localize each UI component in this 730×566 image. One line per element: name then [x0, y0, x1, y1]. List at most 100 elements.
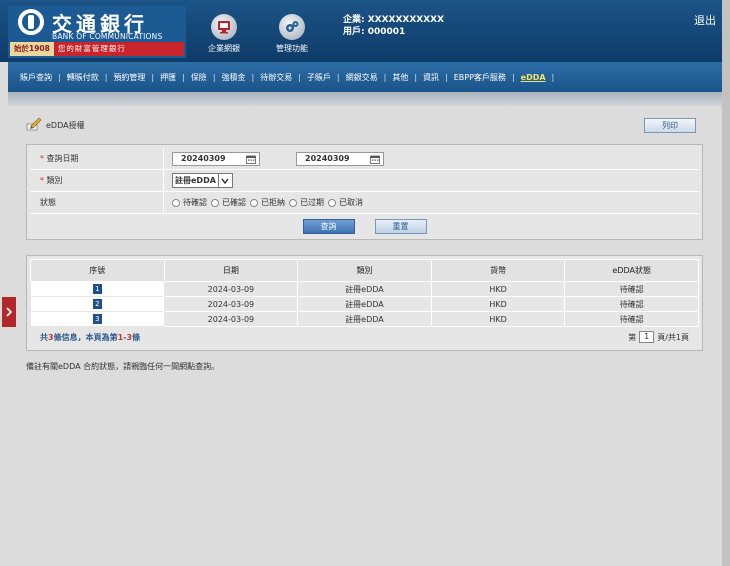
- gear-icon: [279, 14, 305, 40]
- menu-item-others[interactable]: 其他: [392, 72, 408, 83]
- print-button[interactable]: 列印: [644, 118, 696, 133]
- reset-button[interactable]: 重置: [374, 218, 427, 234]
- enterprise-id: 企業: XXXXXXXXXXX: [343, 15, 445, 25]
- menu-separator: |: [151, 72, 155, 82]
- nav-management-label: 管理功能: [276, 44, 308, 53]
- form-row-date: * 查詢日期 20240309 20240309: [30, 148, 699, 170]
- status-options: 待確認 已確認 已拒納 已过期 已取消: [164, 192, 699, 213]
- menu-separator: |: [336, 72, 340, 82]
- cell-type: 註冊eDDA: [297, 281, 432, 297]
- status-option-label: 已確認: [222, 198, 246, 207]
- menu-item-scheduled[interactable]: 預約管理: [113, 72, 145, 83]
- menu-item-insurance[interactable]: 保險: [191, 72, 207, 83]
- logout-button[interactable]: 退出: [694, 12, 716, 28]
- seq-link[interactable]: 3: [93, 314, 102, 324]
- calendar-icon[interactable]: [246, 155, 256, 168]
- required-mark: *: [40, 154, 44, 163]
- cell-status: 待確認: [564, 311, 699, 327]
- chevron-right-icon: [6, 307, 12, 317]
- table-row[interactable]: 3 2024-03-09 註冊eDDA HKD 待確認: [30, 311, 699, 327]
- side-expand-tab[interactable]: [2, 297, 16, 327]
- results-panel: 序號 日期 類別 貨幣 eDDA狀態 1 2024-03-09 註冊eDDA H…: [26, 255, 703, 351]
- bank-logo: 交通銀行 BANK OF COMMUNICATIONS 始於1908 您的財富管…: [8, 6, 186, 58]
- page-title-text: eDDA授權: [46, 120, 85, 130]
- form-buttons: 查詢 重置: [30, 214, 699, 238]
- chevron-down-icon[interactable]: [217, 174, 232, 187]
- date-inputs: 20240309 20240309: [164, 148, 699, 169]
- table-row[interactable]: 1 2024-03-09 註冊eDDA HKD 待確認: [30, 281, 699, 297]
- cell-date: 2024-03-09: [163, 296, 299, 312]
- date-label: * 查詢日期: [30, 148, 164, 169]
- cell-currency: HKD: [430, 296, 566, 312]
- menu-item-sub-account[interactable]: 子賬戶: [307, 72, 331, 83]
- menu-separator: |: [551, 72, 555, 82]
- status-option-label: 待確認: [183, 198, 207, 207]
- summary-suffix: 條: [132, 332, 141, 342]
- slogan-text: 您的財富管理銀行: [57, 44, 126, 53]
- menu-separator: |: [414, 72, 418, 82]
- menu-item-ebank-transactions[interactable]: 網銀交易: [346, 72, 378, 83]
- cell-seq[interactable]: 3: [30, 311, 165, 327]
- record-count: 共3條信息，本頁為第1-3條: [40, 332, 140, 343]
- nav-management[interactable]: 管理功能: [262, 14, 322, 54]
- menu-item-info[interactable]: 資訊: [423, 72, 439, 83]
- status-radio-rejected[interactable]: 已拒納: [250, 197, 285, 208]
- column-header-currency: 貨幣: [430, 259, 566, 282]
- date-from-input[interactable]: 20240309: [172, 151, 260, 168]
- form-row-status: 狀態 待確認 已確認 已拒納 已过期 已取消: [30, 192, 699, 214]
- summary-prefix: 共: [40, 332, 48, 342]
- menu-item-mpf[interactable]: 強積金: [222, 72, 246, 83]
- required-mark: *: [40, 176, 44, 185]
- menu-item-pending[interactable]: 待辦交易: [260, 72, 292, 83]
- status-label: 狀態: [30, 192, 164, 213]
- type-value: 註冊eDDA: [164, 170, 699, 191]
- logo-en-text: BANK OF COMMUNICATIONS: [52, 32, 163, 41]
- menu-separator: |: [182, 72, 185, 82]
- query-button[interactable]: 查詢: [302, 218, 355, 234]
- radio-icon[interactable]: [250, 198, 258, 207]
- bank-logo-icon: [18, 9, 44, 35]
- form-row-type: * 類別 註冊eDDA: [30, 170, 699, 192]
- radio-icon[interactable]: [172, 198, 180, 207]
- column-header-type: 類別: [297, 259, 432, 282]
- status-option-label: 已过期: [300, 198, 324, 207]
- page-suffix: 頁/共1頁: [657, 332, 689, 342]
- seq-link[interactable]: 2: [93, 299, 102, 309]
- status-radio-confirmed[interactable]: 已確認: [211, 197, 246, 208]
- menu-item-account-inquiry[interactable]: 賬戶查詢: [20, 72, 52, 83]
- seq-link[interactable]: 1: [93, 284, 102, 294]
- menu-separator: |: [383, 72, 387, 82]
- table-header-row: 序號 日期 類別 貨幣 eDDA狀態: [30, 259, 699, 282]
- menu-item-transfer[interactable]: 轉賬付款: [67, 72, 99, 83]
- menu-separator: |: [58, 72, 61, 82]
- menu-item-ebpp[interactable]: EBPP客戶服務: [454, 72, 506, 83]
- calendar-icon[interactable]: [370, 155, 380, 168]
- cell-seq[interactable]: 1: [30, 281, 165, 297]
- cell-type: 註冊eDDA: [297, 311, 432, 327]
- status-radio-cancelled[interactable]: 已取消: [328, 197, 363, 208]
- date-to-input[interactable]: 20240309: [296, 151, 384, 168]
- cell-currency: HKD: [430, 281, 566, 297]
- nav-enterprise-banking[interactable]: 企業網銀: [194, 14, 254, 54]
- menu-item-bills[interactable]: 押匯: [160, 72, 176, 83]
- radio-icon[interactable]: [328, 198, 336, 207]
- menu-item-edda[interactable]: eDDA: [521, 73, 546, 82]
- results-table: 序號 日期 類別 貨幣 eDDA狀態 1 2024-03-09 註冊eDDA H…: [30, 259, 699, 327]
- page-number-input[interactable]: 1: [639, 331, 655, 343]
- cell-status: 待確認: [564, 296, 699, 312]
- type-select[interactable]: 註冊eDDA: [172, 173, 233, 188]
- radio-icon[interactable]: [289, 198, 297, 207]
- type-label: * 類別: [30, 170, 164, 191]
- header-bar: 交通銀行 BANK OF COMMUNICATIONS 始於1908 您的財富管…: [0, 0, 730, 62]
- table-row[interactable]: 2 2024-03-09 註冊eDDA HKD 待確認: [30, 296, 699, 312]
- cell-seq[interactable]: 2: [30, 296, 165, 312]
- nav-enterprise-label: 企業網銀: [208, 44, 240, 53]
- status-radio-expired[interactable]: 已过期: [289, 197, 324, 208]
- menu-separator: |: [104, 72, 108, 82]
- search-form: * 查詢日期 20240309 20240309 * 類別 註冊eDDA 狀態 …: [26, 144, 703, 240]
- status-option-label: 已取消: [339, 198, 363, 207]
- note-text: 備註有關eDDA 合約狀態，請親臨任何一間網點查詢。: [26, 362, 220, 371]
- status-radio-pending[interactable]: 待確認: [172, 197, 207, 208]
- menu-separator: |: [511, 72, 515, 82]
- radio-icon[interactable]: [211, 198, 219, 207]
